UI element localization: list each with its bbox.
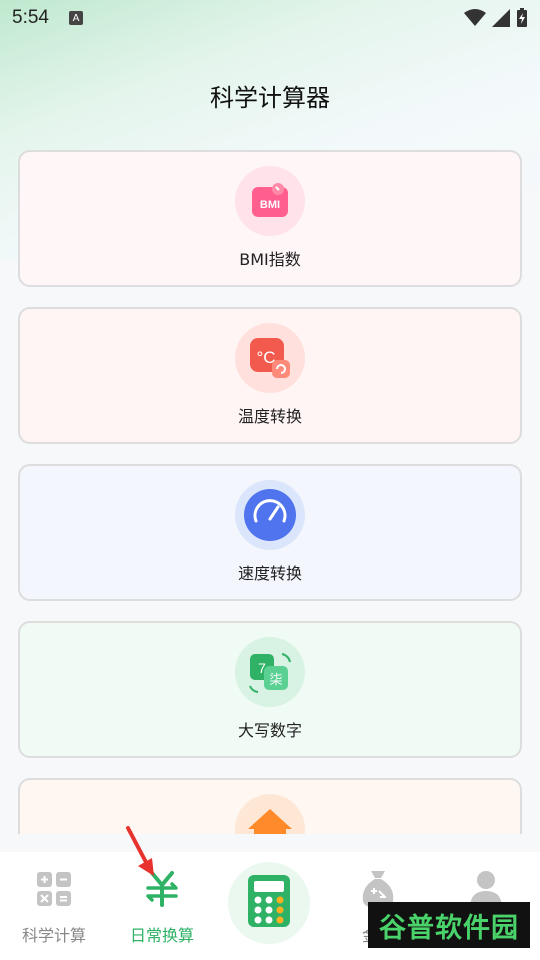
center-calculator-button[interactable] bbox=[228, 862, 310, 944]
card-speed[interactable]: 速度转换 bbox=[18, 464, 522, 601]
card-bmi[interactable]: BMI BMI指数 bbox=[18, 150, 522, 287]
wifi-icon bbox=[464, 9, 486, 26]
status-notification-icon: A bbox=[68, 11, 83, 25]
speedometer-icon bbox=[235, 480, 305, 550]
card-temperature[interactable]: °C 温度转换 bbox=[18, 307, 522, 444]
bmi-badge-text: BMI bbox=[260, 199, 280, 211]
bmi-icon: BMI bbox=[235, 166, 305, 236]
thermometer-celsius-icon: °C bbox=[235, 323, 305, 393]
card-rate[interactable]: % bbox=[18, 778, 522, 834]
rate-percent-text: % bbox=[265, 832, 276, 834]
calculator-icon bbox=[246, 873, 292, 933]
page-title: 科学计算器 bbox=[210, 84, 330, 112]
signal-icon bbox=[492, 9, 510, 27]
status-bar: 5:54 A bbox=[0, 0, 540, 36]
number-qi-text: 柒 bbox=[269, 673, 282, 688]
tool-card-list[interactable]: BMI BMI指数 °C 温度转换 速度转换 7 柒 大写数字 bbox=[0, 148, 540, 834]
card-label-bmi: BMI指数 bbox=[239, 250, 301, 269]
calculator-grid-icon bbox=[33, 868, 75, 910]
nav-item-scientific[interactable]: 科学计算 bbox=[0, 852, 108, 960]
battery-icon bbox=[517, 8, 527, 27]
status-icons bbox=[464, 8, 528, 28]
nav-label-scientific: 科学计算 bbox=[21, 926, 86, 945]
watermark-logo: 谷普软件园 bbox=[368, 902, 530, 948]
red-arrow-annotation bbox=[126, 826, 154, 876]
card-label-capital-number: 大写数字 bbox=[237, 721, 302, 740]
nav-label-daily-conversion: 日常换算 bbox=[129, 926, 194, 945]
number-convert-icon: 7 柒 bbox=[235, 637, 305, 707]
card-capital-number[interactable]: 7 柒 大写数字 bbox=[18, 621, 522, 758]
status-time: 5:54 bbox=[12, 7, 49, 28]
card-label-temperature: 温度转换 bbox=[237, 407, 302, 426]
rate-house-icon: % bbox=[235, 794, 305, 834]
card-label-speed: 速度转换 bbox=[237, 564, 302, 583]
